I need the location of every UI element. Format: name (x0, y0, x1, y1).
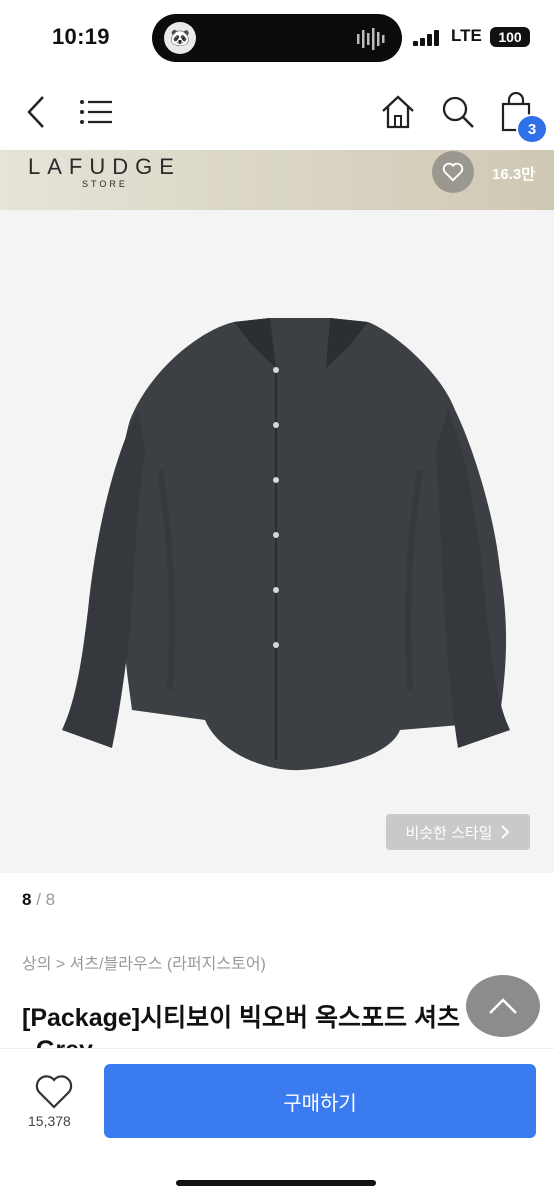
page-separator: / (31, 890, 46, 909)
like-heart-icon[interactable] (34, 1074, 74, 1110)
store-like-button[interactable] (432, 151, 474, 193)
scroll-to-top-button[interactable] (466, 975, 540, 1037)
page-total: 8 (45, 890, 56, 909)
buy-button[interactable]: 구매하기 (104, 1064, 536, 1138)
menu-button[interactable] (76, 94, 116, 130)
top-navigation (0, 80, 554, 150)
home-button[interactable] (378, 92, 418, 132)
store-likes-count: 16.3만 (492, 166, 535, 183)
like-count: 15,378 (28, 1113, 71, 1129)
similar-style-label: 비슷한 스타일 (405, 824, 493, 842)
signal-icon (413, 30, 439, 46)
chevron-up-icon (489, 998, 517, 1014)
similar-style-button[interactable]: 비슷한 스타일 (386, 814, 530, 850)
now-playing-avatar-icon: 🐼 (164, 22, 196, 54)
cart-count-badge: 3 (516, 114, 548, 144)
audio-wave-icon (357, 28, 385, 50)
shirt-image-icon (62, 318, 510, 771)
product-title: [Package]시티보이 빅오버 옥스포드 셔츠 (22, 1004, 460, 1032)
dynamic-island: 🐼 (152, 14, 402, 62)
status-bar: 10:19 🐼 LTE 100 (0, 0, 554, 80)
status-time: 10:19 (52, 24, 110, 49)
home-icon (382, 95, 414, 129)
battery-level: 100 (498, 29, 522, 45)
list-menu-icon (80, 100, 112, 124)
store-logo-sub: STORE (82, 179, 128, 189)
store-banner[interactable]: LAFUDGE STORE 16.3만 (0, 150, 554, 210)
home-indicator (176, 1180, 376, 1186)
battery-icon: 100 (490, 27, 530, 47)
chevron-left-icon (27, 96, 44, 128)
search-icon (442, 96, 474, 128)
product-image[interactable] (0, 210, 554, 873)
store-logo: LAFUDGE (28, 154, 181, 179)
network-label: LTE (451, 26, 482, 45)
image-page-indicator: 8 / 8 (22, 890, 55, 910)
search-button[interactable] (438, 92, 478, 132)
back-button[interactable] (18, 92, 54, 132)
chevron-right-icon (501, 825, 510, 839)
heart-icon (442, 162, 464, 182)
breadcrumb[interactable]: 상의 > 셔츠/블라우스 (라퍼지스토어) (22, 950, 266, 974)
